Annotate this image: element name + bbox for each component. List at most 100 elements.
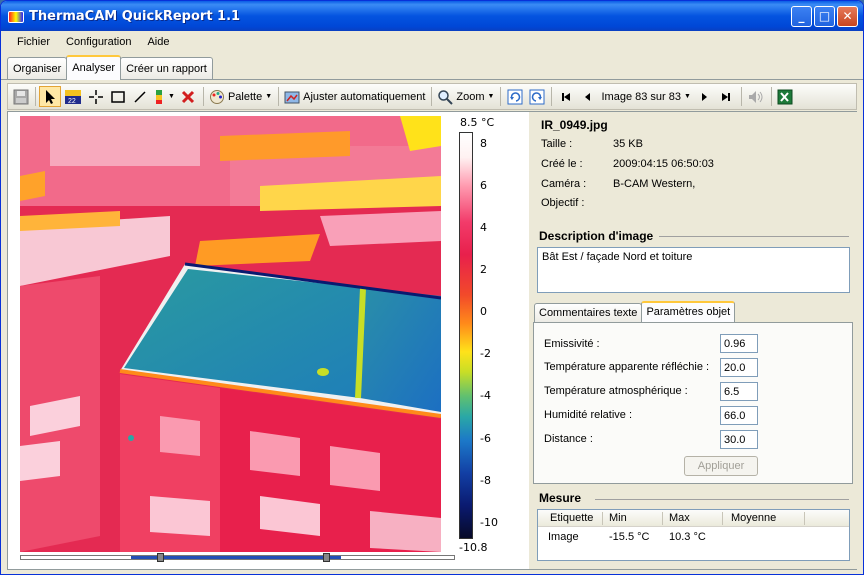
scale-tick: 2	[480, 263, 487, 276]
rotate-left-icon[interactable]	[504, 86, 525, 107]
created-value: 2009:04:15 06:50:03	[613, 158, 714, 170]
scale-tick: -8	[480, 474, 491, 487]
palette-icon	[209, 89, 224, 104]
app-window: ThermaCAM QuickReport 1.1 _ □ ✕ Fichier …	[0, 0, 864, 575]
humidity-label: Humidité relative :	[544, 409, 633, 421]
tab-commentaires-texte[interactable]: Commentaires texte	[534, 303, 643, 322]
scale-max-label: 8.5 °C	[460, 116, 495, 129]
description-textbox[interactable]: Bât Est / façade Nord et toiture	[537, 247, 850, 293]
next-image-icon[interactable]	[694, 86, 715, 107]
isotherm-tool-icon[interactable]: 22	[62, 86, 84, 107]
apply-button[interactable]: Appliquer	[684, 456, 758, 476]
toolbar: 22 ▼ Palette ▼ Ajuster automatiquement Z…	[7, 83, 857, 110]
camera-label: Caméra :	[541, 178, 587, 190]
analysis-panel: 8.5 °C 8 6 4 2 0 -2 -4 -6 -8 -10 -10.8 I…	[7, 111, 857, 570]
thermal-image[interactable]	[20, 116, 441, 552]
measure-header: Etiquette Min Max Moyenne	[538, 510, 849, 527]
previous-image-icon[interactable]	[577, 86, 598, 107]
menu-fichier[interactable]: Fichier	[9, 34, 58, 50]
created-label: Créé le :	[541, 158, 583, 170]
distance-input[interactable]	[720, 430, 758, 449]
level-span-slider[interactable]	[20, 553, 455, 562]
scale-min-label: -10.8	[459, 541, 488, 554]
minimize-button[interactable]: _	[791, 5, 812, 27]
speaker-icon[interactable]	[745, 86, 767, 107]
atmospheric-temp-label: Température atmosphérique :	[544, 385, 688, 397]
image-navigator[interactable]: Image 83 sur 83 ▼	[599, 86, 692, 107]
slider-thumb-high[interactable]	[323, 553, 330, 562]
menu-bar: Fichier Configuration Aide	[1, 31, 863, 53]
col-max[interactable]: Max	[669, 512, 690, 524]
delete-icon[interactable]	[178, 86, 199, 107]
emissivity-label: Emissivité :	[544, 338, 600, 350]
auto-adjust-button[interactable]: Ajuster automatiquement	[282, 86, 427, 107]
pointer-tool-icon[interactable]	[39, 86, 61, 107]
measure-max-cell: 10.3 °C	[669, 531, 706, 543]
scale-tick: 4	[480, 221, 487, 234]
info-panel: IR_0949.jpg Taille : 35 KB Créé le : 200…	[529, 112, 857, 569]
svg-text:22: 22	[68, 98, 76, 105]
description-text: Bât Est / façade Nord et toiture	[542, 251, 693, 263]
size-label: Taille :	[541, 138, 573, 150]
tab-organiser[interactable]: Organiser	[7, 57, 68, 79]
slider-thumb-low[interactable]	[157, 553, 164, 562]
object-parameters-panel: Emissivité : Température apparente réflé…	[533, 322, 853, 484]
palette-button[interactable]: Palette ▼	[207, 86, 274, 107]
spot-tool-icon[interactable]	[85, 86, 106, 107]
distance-label: Distance :	[544, 433, 593, 445]
reflected-temp-label: Température apparente réfléchie :	[544, 361, 710, 373]
scale-tick: 8	[480, 137, 487, 150]
atmospheric-temp-input[interactable]	[720, 382, 758, 401]
menu-configuration[interactable]: Configuration	[58, 34, 139, 50]
col-etiquette[interactable]: Etiquette	[550, 512, 593, 524]
rotate-right-icon[interactable]	[526, 86, 547, 107]
close-button[interactable]: ✕	[837, 5, 858, 27]
scale-tick: -4	[480, 389, 491, 402]
excel-icon[interactable]	[775, 86, 796, 107]
palette-label: Palette	[227, 90, 263, 103]
col-min[interactable]: Min	[609, 512, 627, 524]
measure-label-cell: Image	[548, 531, 579, 543]
scale-tick: -6	[480, 432, 491, 445]
col-moyenne[interactable]: Moyenne	[731, 512, 776, 524]
tab-creer-rapport[interactable]: Créer un rapport	[120, 57, 213, 79]
description-title: Description d'image	[539, 229, 654, 243]
window-title: ThermaCAM QuickReport 1.1	[29, 8, 241, 24]
size-value: 35 KB	[613, 138, 643, 150]
image-nav-label: Image 83 sur 83	[601, 90, 681, 103]
scale-tick: -2	[480, 347, 491, 360]
temperature-scale-bar	[459, 132, 473, 539]
color-tool-icon[interactable]: ▼	[151, 86, 177, 107]
measure-min-cell: -15.5 °C	[609, 531, 650, 543]
scale-tick: 6	[480, 179, 487, 192]
file-name: IR_0949.jpg	[541, 118, 608, 132]
humidity-input[interactable]	[720, 406, 758, 425]
last-image-icon[interactable]	[716, 86, 737, 107]
divider	[659, 236, 849, 237]
emissivity-input[interactable]	[720, 334, 758, 353]
first-image-icon[interactable]	[555, 86, 576, 107]
save-icon[interactable]	[10, 86, 31, 107]
maximize-button[interactable]: □	[814, 5, 835, 27]
zoom-label: Zoom	[456, 90, 485, 103]
lens-label: Objectif :	[541, 197, 585, 209]
measure-table: Etiquette Min Max Moyenne Image -15.5 °C…	[537, 509, 850, 561]
auto-adjust-icon	[284, 91, 300, 103]
sub-tabs: Commentaires texte Paramètres objet	[534, 301, 736, 322]
scale-tick: 0	[480, 305, 487, 318]
line-tool-icon[interactable]	[129, 86, 150, 107]
camera-value: B-CAM Western,	[613, 178, 696, 190]
box-tool-icon[interactable]	[107, 86, 128, 107]
tab-parametres-objet[interactable]: Paramètres objet	[641, 301, 736, 322]
divider	[595, 499, 849, 500]
title-bar: ThermaCAM QuickReport 1.1 _ □ ✕	[1, 1, 863, 31]
menu-aide[interactable]: Aide	[139, 34, 177, 50]
main-tabs: Organiser Analyser Créer un rapport	[1, 53, 863, 80]
measure-title: Mesure	[539, 491, 582, 505]
zoom-icon	[438, 89, 454, 105]
zoom-button[interactable]: Zoom ▼	[435, 86, 496, 107]
auto-adjust-label: Ajuster automatiquement	[303, 90, 426, 103]
tab-analyser[interactable]: Analyser	[66, 55, 122, 80]
app-icon	[7, 8, 24, 24]
reflected-temp-input[interactable]	[720, 358, 758, 377]
